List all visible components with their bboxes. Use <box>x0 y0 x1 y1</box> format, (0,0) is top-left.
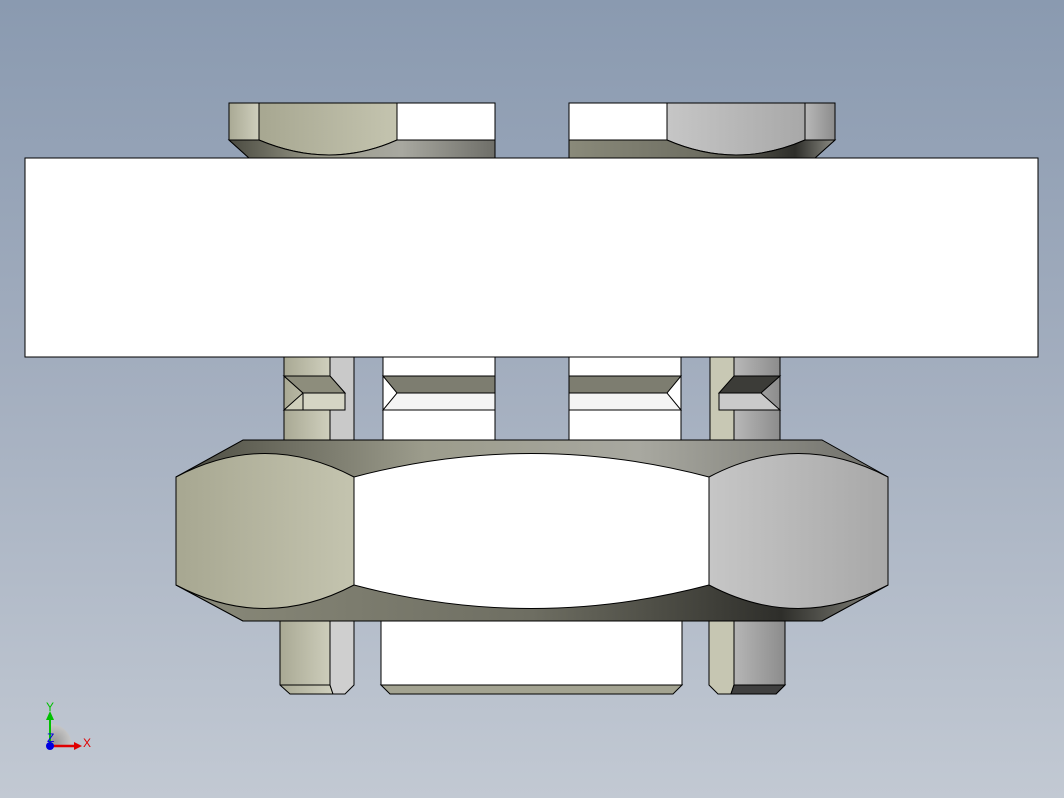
blank-overlay-panel <box>24 157 1039 358</box>
triad-x-arrow-icon <box>74 742 82 750</box>
triad-y-label: Y <box>46 700 54 714</box>
upper-right-nut[interactable] <box>568 102 837 159</box>
shaft-left-inner[interactable] <box>381 356 496 441</box>
cad-viewport[interactable]: X Y Z <box>0 0 1064 798</box>
model-graphics[interactable]: X Y Z <box>0 0 1064 798</box>
triad-z-label: Z <box>47 731 54 745</box>
large-hex-nut[interactable] <box>175 439 889 622</box>
shaft-right-inner[interactable] <box>568 356 683 441</box>
upper-left-nut[interactable] <box>227 102 496 159</box>
triad-x-label: X <box>83 736 91 750</box>
lower-pin-right[interactable] <box>708 620 787 695</box>
lower-pin-left[interactable] <box>279 620 355 695</box>
shaft-left-outer[interactable] <box>282 356 355 441</box>
orientation-triad[interactable]: X Y Z <box>46 700 91 750</box>
lower-pin-center[interactable] <box>379 620 684 695</box>
shaft-right-outer[interactable] <box>709 356 782 441</box>
